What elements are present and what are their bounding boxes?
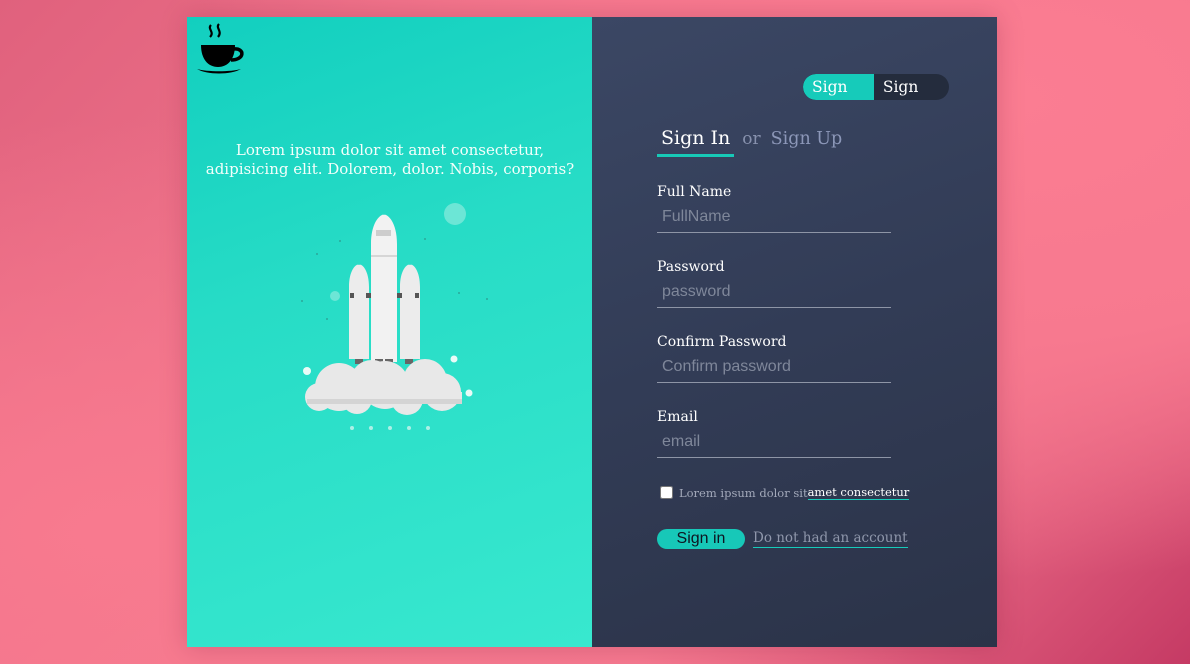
tab-sign-up[interactable]: Sign Up: [771, 129, 843, 149]
confirm-password-input[interactable]: [657, 356, 891, 383]
agree-checkbox[interactable]: [660, 486, 673, 499]
agree-text: Lorem ipsum dolor sit: [679, 485, 808, 500]
agree-link[interactable]: amet consectetur: [807, 485, 910, 500]
sign-in-button[interactable]: Sign in: [657, 529, 745, 549]
password-input[interactable]: [657, 281, 891, 308]
password-group: Password: [657, 258, 891, 308]
confirm-password-group: Confirm Password: [657, 333, 891, 383]
hero-panel: Lorem ipsum dolor sit amet consectetur, …: [187, 17, 592, 647]
email-label: Email: [657, 409, 698, 425]
switch-sign-up[interactable]: Sign Up: [874, 74, 949, 100]
confirm-password-label: Confirm Password: [657, 334, 787, 350]
auth-card: Lorem ipsum dolor sit amet consectetur, …: [187, 17, 997, 647]
fullname-input[interactable]: [657, 206, 891, 233]
agree-row: Lorem ipsum dolor sit amet consectetur: [660, 485, 910, 500]
password-label: Password: [657, 259, 725, 275]
title-or-text: or: [742, 129, 761, 149]
form-title: Sign In or Sign Up: [657, 127, 842, 159]
rocket-illustration: [301, 203, 488, 430]
hero-tagline: Lorem ipsum dolor sit amet consectetur, …: [205, 141, 575, 178]
fullname-label: Full Name: [657, 184, 732, 200]
fullname-group: Full Name: [657, 183, 891, 233]
email-input[interactable]: [657, 431, 891, 458]
email-group: Email: [657, 408, 891, 458]
auth-mode-switch: Sign In Sign Up: [803, 74, 949, 100]
coffee-cup-icon: [197, 23, 244, 74]
tab-sign-in[interactable]: Sign In: [657, 127, 735, 157]
form-panel: Sign In Sign Up Sign In or Sign Up Full …: [592, 17, 997, 647]
switch-sign-in[interactable]: Sign In: [803, 74, 874, 100]
no-account-link[interactable]: Do not had an account: [753, 530, 908, 548]
